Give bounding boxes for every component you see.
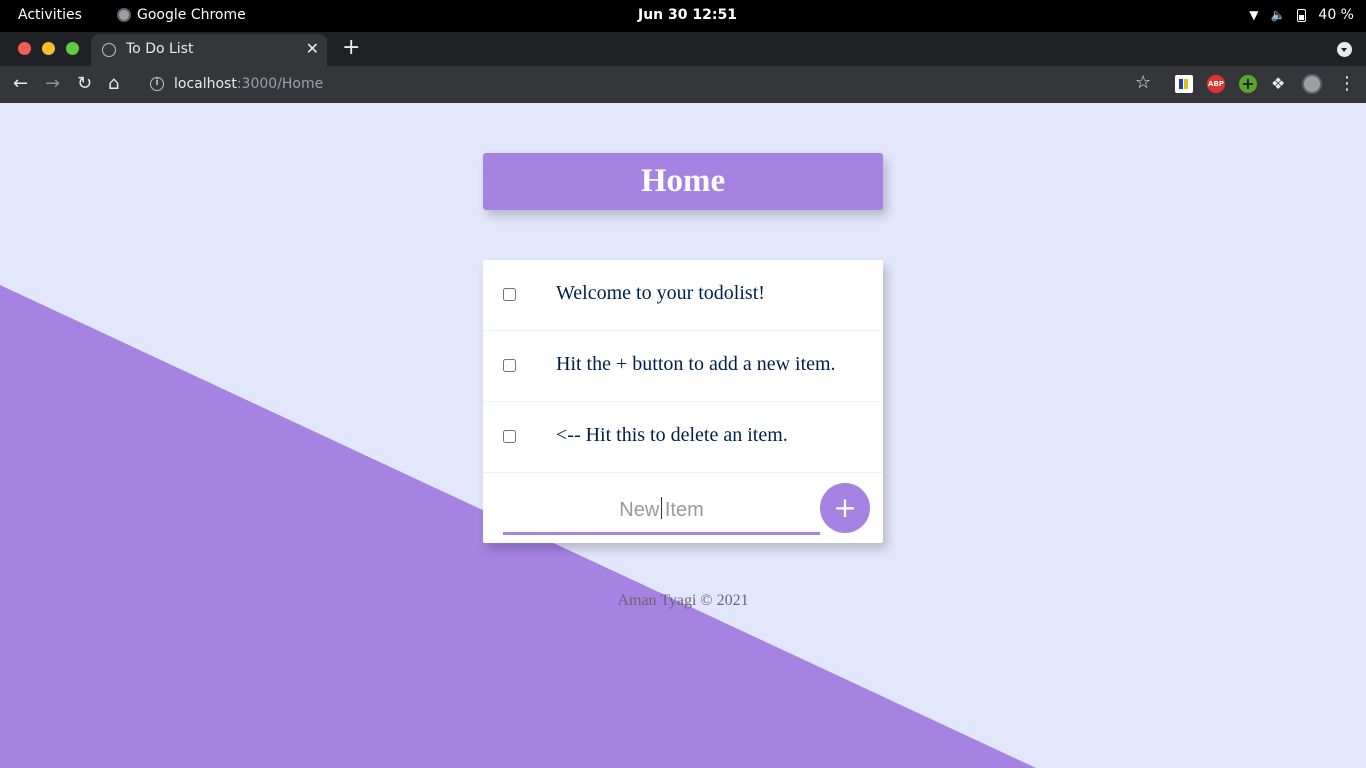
active-tab[interactable]: To Do List ✕ <box>91 34 327 66</box>
minimize-window-button[interactable] <box>42 42 55 55</box>
item-checkbox[interactable] <box>503 288 516 301</box>
back-arrow-icon[interactable]: ← <box>13 73 28 95</box>
reload-icon[interactable]: ↻ <box>77 73 92 95</box>
item-text: Hit the + button to add a new item. <box>556 353 836 375</box>
item-text: Welcome to your todolist! <box>556 282 765 304</box>
battery-percentage: 40 % <box>1318 7 1354 23</box>
globe-icon <box>102 43 116 57</box>
todo-card: Welcome to your todolist! Hit the + butt… <box>483 260 883 543</box>
footer-copyright: Aman Tyagi © 2021 <box>617 592 749 609</box>
home-icon[interactable]: ⌂ <box>108 73 119 95</box>
site-info-icon[interactable]: i <box>150 77 164 91</box>
todo-item: Hit the + button to add a new item. <box>483 331 883 402</box>
green-plus-extension-icon[interactable]: + <box>1239 75 1257 93</box>
tab-strip: To Do List ✕ + <box>0 32 1366 66</box>
browser-toolbar: ← → ↻ ⌂ i localhost:3000/Home ☆ ABP + ❖ … <box>0 66 1366 103</box>
system-top-bar: Activities Google Chrome Jun 30 12:51 ▼ … <box>0 0 1366 32</box>
item-checkbox[interactable] <box>503 430 516 443</box>
todo-item: Welcome to your todolist! <box>483 260 883 331</box>
volume-icon: 🔈 <box>1270 8 1286 22</box>
add-item-button[interactable]: + <box>820 483 870 533</box>
app-menu[interactable]: Google Chrome <box>117 7 246 23</box>
close-window-button[interactable] <box>18 42 31 55</box>
forward-arrow-icon[interactable]: → <box>45 73 60 95</box>
tab-title: To Do List <box>126 41 194 57</box>
maximize-window-button[interactable] <box>66 42 79 55</box>
battery-icon <box>1297 8 1307 22</box>
bookmark-star-icon[interactable]: ☆ <box>1135 72 1151 93</box>
page-heading: Home <box>483 153 883 210</box>
chrome-icon <box>117 8 131 22</box>
todo-item: <-- Hit this to delete an item. <box>483 402 883 473</box>
url-host: localhost <box>174 76 237 92</box>
system-tray[interactable]: ▼ 🔈 40 % <box>1249 7 1354 23</box>
adblock-plus-icon[interactable]: ABP <box>1207 75 1225 93</box>
new-item-form: + <box>483 473 883 543</box>
url-path: :3000/Home <box>236 76 324 92</box>
activities-button[interactable]: Activities <box>18 7 82 23</box>
clock[interactable]: Jun 30 12:51 <box>638 7 737 23</box>
item-text: <-- Hit this to delete an item. <box>556 424 788 446</box>
text-caret <box>661 497 662 519</box>
profile-avatar[interactable] <box>1302 74 1322 94</box>
extensions-puzzle-icon[interactable]: ❖ <box>1271 75 1289 93</box>
item-checkbox[interactable] <box>503 359 516 372</box>
flag-extension-icon[interactable] <box>1175 75 1193 93</box>
wifi-icon: ▼ <box>1249 8 1259 22</box>
new-tab-button[interactable]: + <box>342 35 360 60</box>
web-page: Home Welcome to your todolist! Hit the +… <box>0 103 1366 768</box>
chrome-menu-icon[interactable]: ⋮ <box>1338 75 1356 93</box>
address-bar[interactable]: localhost:3000/Home <box>174 76 323 92</box>
close-tab-icon[interactable]: ✕ <box>306 39 319 58</box>
app-name-label: Google Chrome <box>137 7 246 23</box>
tab-search-icon[interactable] <box>1337 42 1352 57</box>
